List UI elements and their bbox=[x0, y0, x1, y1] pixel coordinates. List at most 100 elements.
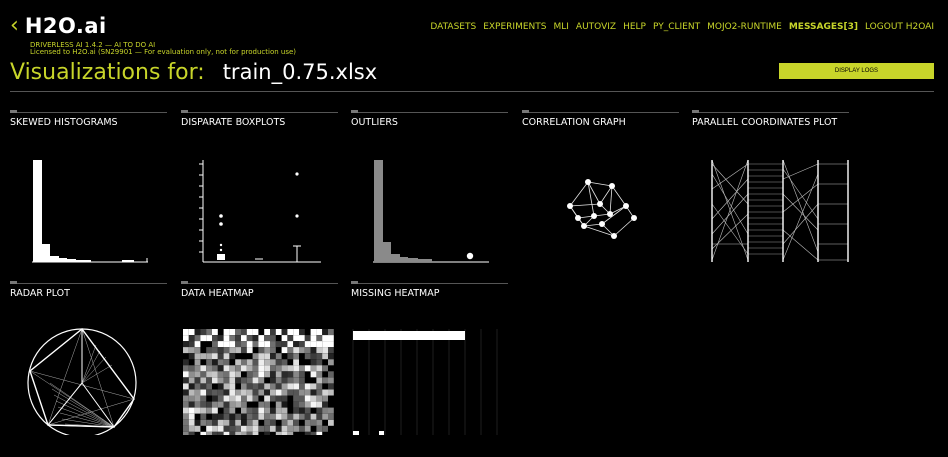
heatmap-cell bbox=[270, 419, 276, 426]
heatmap-cell bbox=[281, 365, 288, 372]
heatmap-cell bbox=[275, 353, 282, 360]
back-chevron-icon[interactable]: ‹ bbox=[10, 15, 19, 37]
nav-logout[interactable]: LOGOUT H2OAI bbox=[865, 22, 934, 32]
heatmap-cell bbox=[200, 407, 207, 414]
heatmap-cell bbox=[223, 431, 230, 435]
heatmap-cell bbox=[281, 389, 288, 396]
heatmap-cell bbox=[206, 407, 212, 414]
heatmap-cell bbox=[223, 407, 230, 414]
heatmap-cell bbox=[275, 407, 282, 414]
heatmap-cell bbox=[293, 395, 299, 402]
display-logs-button[interactable]: DISPLAY LOGS bbox=[779, 63, 934, 79]
heatmap-cell bbox=[188, 365, 195, 372]
heatmap-cell bbox=[258, 377, 265, 384]
card-title: MISSING HEATMAP bbox=[351, 288, 440, 299]
nav-mojo2-runtime[interactable]: MOJO2-RUNTIME bbox=[707, 22, 782, 32]
heatmap-cell bbox=[241, 425, 247, 432]
heatmap-cell bbox=[328, 359, 334, 366]
heatmap-cell bbox=[287, 347, 294, 354]
heatmap-cell bbox=[188, 395, 195, 402]
heatmap-cell bbox=[304, 389, 311, 396]
heatmap-cell bbox=[229, 401, 236, 408]
heatmap-cell bbox=[293, 347, 299, 354]
heatmap-cell bbox=[183, 347, 189, 354]
heatmap-cell bbox=[212, 413, 218, 420]
heatmap-cell bbox=[316, 431, 323, 435]
heatmap-cell bbox=[264, 425, 270, 432]
card-correlation-graph[interactable]: CORRELATION GRAPH bbox=[522, 110, 679, 267]
heatmap-cell bbox=[206, 371, 212, 378]
heatmap-cell bbox=[275, 413, 282, 420]
heatmap-cell bbox=[212, 341, 218, 348]
nav-mli[interactable]: MLI bbox=[553, 22, 568, 32]
card-radar-plot[interactable]: RADAR PLOT bbox=[10, 281, 167, 438]
card-disparate-boxplots[interactable]: DISPARATE BOXPLOTS bbox=[181, 110, 338, 267]
heatmap-cell bbox=[217, 347, 224, 354]
heatmap-cell bbox=[194, 329, 201, 335]
nav-datasets[interactable]: DATASETS bbox=[430, 22, 476, 32]
heatmap-cell bbox=[264, 407, 270, 414]
card-data-heatmap[interactable]: DATA HEATMAP bbox=[181, 281, 338, 438]
heatmap-cell bbox=[229, 329, 236, 335]
heatmap-cell bbox=[316, 425, 323, 432]
heatmap-cell bbox=[258, 335, 265, 342]
logo-text: H2O.ai bbox=[24, 14, 107, 38]
heatmap-cell bbox=[200, 383, 207, 390]
heatmap-cell bbox=[275, 425, 282, 432]
heatmap-cell bbox=[223, 395, 230, 402]
card-skewed-histograms[interactable]: SKEWED HISTOGRAMS bbox=[10, 110, 167, 267]
heatmap-cell bbox=[188, 413, 195, 420]
heatmap-cell bbox=[310, 371, 317, 378]
card-parallel-coordinates[interactable]: PARALLEL COORDINATES PLOT bbox=[692, 110, 849, 267]
heatmap-cell bbox=[229, 383, 236, 390]
heatmap-cell bbox=[206, 353, 212, 360]
heatmap-cell bbox=[304, 431, 311, 435]
heatmap-cell bbox=[270, 383, 276, 390]
nav-py-client[interactable]: PY_CLIENT bbox=[653, 22, 700, 32]
nav-help[interactable]: HELP bbox=[623, 22, 646, 32]
heatmap-cell bbox=[200, 329, 207, 335]
heatmap-cell bbox=[183, 419, 189, 426]
heatmap-cell bbox=[299, 401, 305, 408]
heatmap-cell bbox=[206, 425, 212, 432]
heatmap-cell bbox=[217, 389, 224, 396]
heatmap-cell bbox=[258, 383, 265, 390]
heatmap-cell bbox=[223, 389, 230, 396]
heatmap-cell bbox=[322, 401, 328, 408]
heatmap-cell bbox=[270, 377, 276, 384]
heatmap-cell bbox=[235, 413, 241, 420]
heatmap-cell bbox=[212, 371, 218, 378]
heatmap-cell bbox=[328, 335, 334, 342]
heatmap-cell bbox=[293, 341, 299, 348]
heatmap-cell bbox=[304, 401, 311, 408]
nav-autoviz[interactable]: AUTOVIZ bbox=[576, 22, 616, 32]
heatmap-cell bbox=[293, 359, 299, 366]
heatmap-cell bbox=[188, 425, 195, 432]
top-nav: DATASETS EXPERIMENTS MLI AUTOVIZ HELP PY… bbox=[430, 22, 934, 32]
heatmap-cell bbox=[270, 341, 276, 348]
card-divider bbox=[351, 112, 508, 113]
heatmap-cell bbox=[194, 377, 201, 384]
heatmap-cell bbox=[252, 365, 259, 372]
heatmap-cell bbox=[206, 401, 212, 408]
heatmap-cell bbox=[206, 335, 212, 342]
heatmap-cell bbox=[264, 401, 270, 408]
heatmap-cell bbox=[194, 347, 201, 354]
card-outliers[interactable]: OUTLIERS bbox=[351, 110, 508, 267]
card-missing-heatmap[interactable]: MISSING HEATMAP bbox=[351, 281, 508, 438]
nav-messages[interactable]: MESSAGES[3] bbox=[789, 22, 858, 32]
heatmap-cell bbox=[188, 335, 195, 342]
heatmap-cell bbox=[281, 407, 288, 414]
heatmap-cell bbox=[252, 359, 259, 366]
heatmap-cell bbox=[293, 377, 299, 384]
app-logo[interactable]: ‹ H2O.ai bbox=[10, 14, 107, 38]
heatmap-cell bbox=[293, 425, 299, 432]
heatmap-cell bbox=[188, 347, 195, 354]
heatmap-cell bbox=[275, 395, 282, 402]
heatmap-cell bbox=[200, 389, 207, 396]
nav-experiments[interactable]: EXPERIMENTS bbox=[483, 22, 546, 32]
heatmap-cell bbox=[229, 365, 236, 372]
heatmap-cell bbox=[194, 389, 201, 396]
heatmap-cell bbox=[322, 425, 328, 432]
heatmap-cell bbox=[200, 377, 207, 384]
